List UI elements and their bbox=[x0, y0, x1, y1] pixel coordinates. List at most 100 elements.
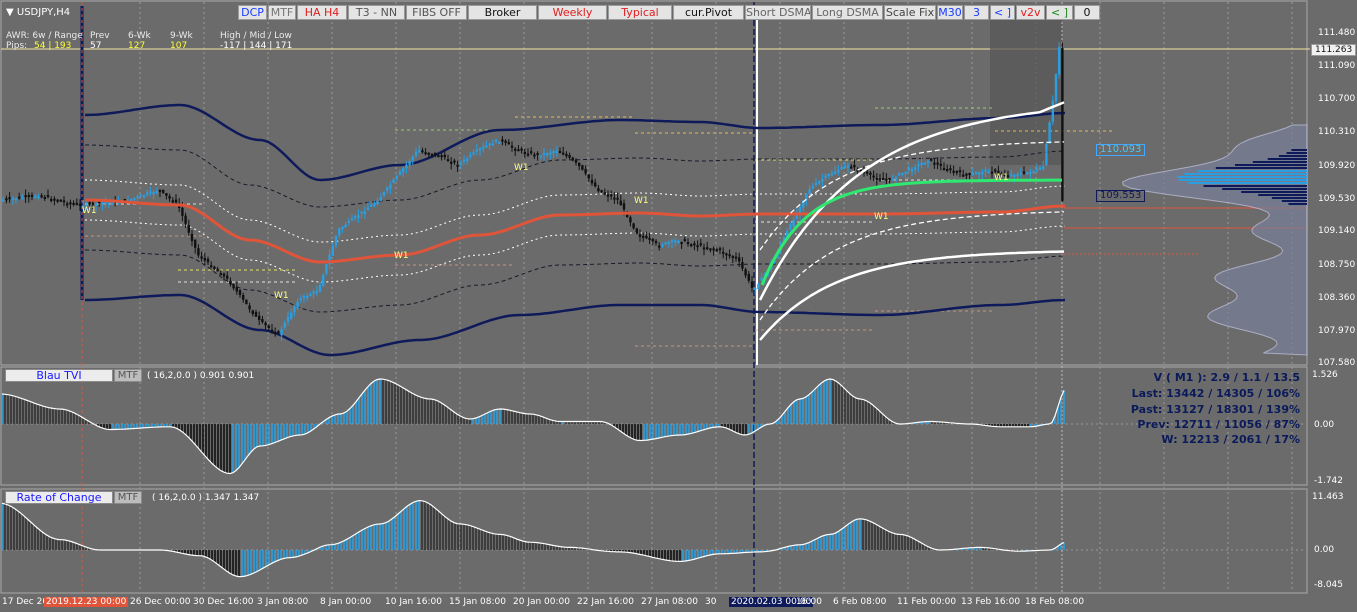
time-tick: 20 Jan 00:00 bbox=[513, 597, 570, 607]
toolbar-button-weekly[interactable]: Weekly bbox=[538, 5, 607, 20]
candle-body bbox=[315, 291, 318, 294]
toolbar-button-3[interactable]: 3 bbox=[964, 5, 989, 20]
toolbar-button-cur-pivot[interactable]: cur.Pivot bbox=[673, 5, 744, 20]
roc-axis-min: -8.045 bbox=[1314, 580, 1344, 590]
time-tick: 8 Jan 00:00 bbox=[320, 597, 372, 607]
candle-body bbox=[603, 192, 606, 195]
candle-body bbox=[939, 163, 942, 166]
time-tick: 6 Feb 08:00 bbox=[833, 597, 887, 607]
candle-body bbox=[155, 190, 158, 193]
candle-body bbox=[744, 269, 747, 276]
candle-body bbox=[386, 187, 389, 191]
roc-axis-zero: 0.00 bbox=[1314, 545, 1335, 555]
candle-body bbox=[286, 316, 290, 322]
candle-body bbox=[101, 202, 104, 205]
candle-body bbox=[59, 199, 62, 202]
toolbar-button-m30[interactable]: M30 bbox=[937, 5, 963, 20]
toolbar-button-long-dsma[interactable]: Long DSMA bbox=[812, 5, 883, 20]
candle-body bbox=[245, 299, 248, 305]
roc-mtf-button[interactable]: MTF bbox=[114, 491, 142, 504]
candle-body bbox=[946, 168, 949, 171]
symbol-title[interactable]: ▼ USDJPY,H4 bbox=[6, 7, 70, 18]
time-tick: 10 Jan 16:00 bbox=[385, 597, 442, 607]
awr-pips-9wk: 107 bbox=[170, 41, 188, 51]
candle-body bbox=[376, 201, 379, 205]
price-tick: 108.750 bbox=[1318, 260, 1356, 270]
toolbar-button-[interactable]: < ] bbox=[1046, 5, 1073, 20]
candle-body bbox=[43, 196, 46, 199]
candle-body bbox=[962, 174, 965, 177]
toolbar-button-typical[interactable]: Typical bbox=[608, 5, 672, 20]
symbol-title-text: USDJPY,H4 bbox=[16, 7, 71, 18]
toolbar-button-[interactable]: < ] bbox=[990, 5, 1015, 20]
candle-body bbox=[270, 329, 274, 332]
toolbar-button-ha-h4[interactable]: HA H4 bbox=[297, 5, 347, 20]
price-tick: 111.480 bbox=[1318, 28, 1356, 38]
candle-body bbox=[693, 243, 696, 246]
toolbar-button-mtf[interactable]: MTF bbox=[268, 5, 296, 20]
candle-body bbox=[539, 155, 542, 158]
toolbar-button-scale-fix[interactable]: Scale Fix bbox=[884, 5, 936, 20]
candle-body bbox=[210, 265, 213, 268]
candle-body bbox=[696, 245, 699, 248]
toolbar-button-dcp[interactable]: DCP bbox=[238, 5, 267, 20]
envelope-lower bbox=[759, 250, 1064, 341]
price-tick: 111.090 bbox=[1318, 61, 1356, 71]
candle-body bbox=[466, 158, 469, 161]
price-tick: 108.360 bbox=[1318, 293, 1356, 303]
candle-body bbox=[290, 312, 293, 319]
candle-body bbox=[750, 281, 754, 288]
toolbar-button-broker[interactable]: Broker bbox=[468, 5, 537, 20]
candle-body bbox=[910, 169, 914, 172]
candle-body bbox=[581, 165, 584, 170]
toolbar-button-0[interactable]: 0 bbox=[1074, 5, 1100, 20]
blau-tvi-mtf-button[interactable]: MTF bbox=[114, 369, 142, 382]
candle-body bbox=[552, 151, 555, 154]
candle-body bbox=[632, 223, 635, 229]
candle-body bbox=[18, 196, 21, 199]
candle-body bbox=[987, 171, 990, 174]
candle-body bbox=[152, 192, 155, 195]
candle-body bbox=[392, 179, 395, 183]
awr-col-hml: High / Mid / Low bbox=[220, 31, 292, 41]
candle-body bbox=[472, 152, 475, 155]
candle-body bbox=[370, 204, 373, 207]
blau-tvi-label[interactable]: Blau TVI bbox=[5, 369, 113, 382]
time-tick: 17 Dec 20 bbox=[2, 597, 49, 607]
candle-body bbox=[811, 186, 814, 189]
candle-body bbox=[478, 148, 482, 151]
toolbar-button-short-dsma[interactable]: Short DSMA bbox=[745, 5, 811, 20]
candle-body bbox=[958, 170, 962, 173]
current-price-label: 111.263 bbox=[1311, 44, 1356, 56]
candle-body bbox=[587, 174, 590, 179]
candle-body bbox=[437, 155, 440, 158]
candle-body bbox=[926, 161, 930, 164]
candle-body bbox=[334, 235, 338, 246]
ema-line bbox=[85, 198, 1066, 264]
candle-body bbox=[629, 217, 632, 223]
candle-body bbox=[1051, 100, 1054, 122]
candle-body bbox=[389, 184, 392, 189]
toolbar-button-t3-nn[interactable]: T3 - NN bbox=[348, 5, 405, 20]
toolbar-button-v2v[interactable]: v2v bbox=[1016, 5, 1045, 20]
candle-body bbox=[814, 183, 818, 186]
candle-body bbox=[165, 193, 168, 196]
candle-body bbox=[933, 162, 936, 165]
price-chart[interactable] bbox=[0, 0, 1357, 612]
lower-band bbox=[85, 293, 1066, 357]
candle-body bbox=[590, 179, 594, 184]
candle-body bbox=[14, 198, 18, 201]
time-tick: 18 Feb 08:00 bbox=[1025, 597, 1085, 607]
price-tick: 109.140 bbox=[1318, 226, 1356, 236]
candle-body bbox=[398, 171, 402, 175]
candle-body bbox=[1010, 174, 1013, 177]
candle-body bbox=[965, 173, 968, 176]
candle-body bbox=[715, 249, 718, 252]
candle-body bbox=[674, 240, 677, 243]
roc-label[interactable]: Rate of Change bbox=[5, 491, 113, 504]
candle-body bbox=[395, 175, 398, 180]
candle-body bbox=[418, 150, 421, 153]
candle-body bbox=[574, 159, 578, 163]
candle-body bbox=[299, 298, 302, 301]
toolbar-button-fibs-off[interactable]: FIBS OFF bbox=[406, 5, 467, 20]
